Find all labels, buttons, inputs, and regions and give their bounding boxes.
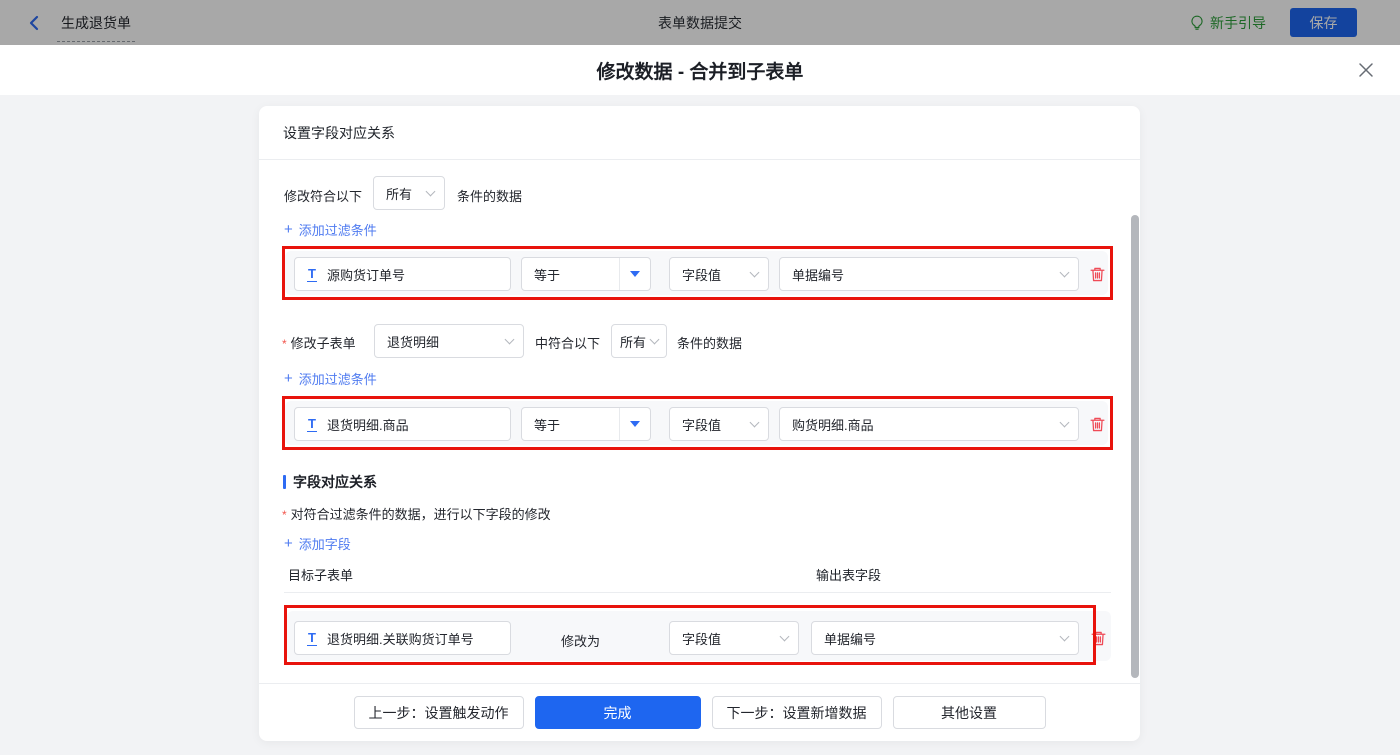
plus-icon: + [284,535,293,552]
chevron-down-icon [749,267,760,278]
condition-1-operator-select[interactable]: 等于 [521,257,651,291]
settings-card: 设置字段对应关系 修改符合以下 所有 条件的数据 + 添加过滤条件 T 源购货订… [259,106,1140,741]
topbar: 生成退货单 表单数据提交 新手引导 保存 [0,0,1400,45]
mapping-section-title: 字段对应关系 [283,472,377,492]
subform-filter-suffix: 条件的数据 [677,336,743,351]
mapping-action-label: 修改为 [561,634,601,649]
mapping-description: * 对符合过滤条件的数据，进行以下字段的修改 [282,507,551,522]
match-mode-value: 所有 [386,186,413,202]
add-field-link[interactable]: + 添加字段 [284,534,351,553]
chevron-down-icon [425,186,436,197]
chevron-down-icon [1059,417,1070,428]
add-filter-condition-link-2[interactable]: + 添加过滤条件 [284,369,377,388]
modal-title: 修改数据 - 合并到子表单 [596,61,804,83]
text-field-type-icon: T [307,629,317,646]
condition-1-value-select[interactable]: 单据编号 [779,257,1079,291]
mapping-valuetype-select[interactable]: 字段值 [669,621,799,655]
condition-1-valuetype-value: 字段值 [682,267,722,283]
filter-main-prefix: 修改符合以下 [284,189,363,204]
condition-2-operator-select[interactable]: 等于 [521,407,651,441]
required-marker: * [282,508,287,522]
close-icon[interactable] [1357,61,1375,79]
chevron-down-icon [779,631,790,642]
plus-icon: + [284,221,293,238]
chevron-down-icon [749,417,760,428]
mapping-value: 单据编号 [824,631,877,647]
mapping-value-select[interactable]: 单据编号 [811,621,1079,655]
condition-2-operator-value: 等于 [522,408,620,440]
column-header-output-field: 输出表字段 [816,568,882,583]
filter-main-suffix: 条件的数据 [457,189,523,204]
delete-mapping-row-icon[interactable] [1090,630,1107,647]
triangle-down-icon [630,421,640,427]
chevron-down-icon [504,334,515,345]
condition-2-field-label: 退货明细.商品 [326,417,409,433]
condition-2-valuetype-select[interactable]: 字段值 [669,407,769,441]
plus-icon: + [284,370,293,387]
subform-filter-label: * 修改子表单 [282,336,356,351]
triangle-down-icon [630,271,640,277]
subform-match-mode-value: 所有 [620,334,647,350]
scrollbar-thumb[interactable] [1131,215,1139,678]
match-mode-select[interactable]: 所有 [373,176,445,210]
add-filter-condition-link-1[interactable]: + 添加过滤条件 [284,220,377,239]
chevron-down-icon [649,334,660,345]
modal-overlay-dim [0,0,1400,45]
subform-select[interactable]: 退货明细 [374,324,524,358]
required-marker: * [282,337,287,351]
mapping-valuetype-value: 字段值 [682,631,722,647]
prev-step-button[interactable]: 上一步：设置触发动作 [353,696,524,729]
wizard-footer: 上一步：设置触发动作 完成 下一步：设置新增数据 其他设置 [259,683,1140,741]
condition-1-field-label: 源购货订单号 [326,267,405,283]
dropdown-arrow [620,258,650,290]
card-header: 设置字段对应关系 [259,106,1140,160]
done-button[interactable]: 完成 [534,696,701,729]
condition-1-operator-value: 等于 [522,258,620,290]
condition-1-valuetype-select[interactable]: 字段值 [669,257,769,291]
condition-1-value: 单据编号 [792,267,845,283]
mapping-target-field-label: 退货明细.关联购货订单号 [326,631,474,647]
next-step-button[interactable]: 下一步：设置新增数据 [711,696,882,729]
condition-1-field[interactable]: T 源购货订单号 [294,257,511,291]
other-settings-button[interactable]: 其他设置 [892,696,1046,729]
chevron-down-icon [1059,631,1070,642]
chevron-down-icon [1059,267,1070,278]
text-field-type-icon: T [307,415,317,432]
subform-filter-mid: 中符合以下 [535,336,601,351]
column-divider [284,592,1111,593]
subform-match-mode-select[interactable]: 所有 [611,324,667,358]
column-header-target-subform: 目标子表单 [288,568,354,583]
delete-condition-1-icon[interactable] [1089,266,1106,283]
condition-2-valuetype-value: 字段值 [682,417,722,433]
dropdown-arrow [620,408,650,440]
section-accent-bar [283,475,286,489]
condition-2-value: 购货明细.商品 [792,417,874,433]
mapping-target-field[interactable]: T 退货明细.关联购货订单号 [294,621,511,655]
condition-2-value-select[interactable]: 购货明细.商品 [779,407,1079,441]
text-field-type-icon: T [307,265,317,282]
modal-titlebar: 修改数据 - 合并到子表单 [0,45,1400,95]
delete-condition-2-icon[interactable] [1089,416,1106,433]
subform-value: 退货明细 [387,334,440,350]
condition-2-field[interactable]: T 退货明细.商品 [294,407,511,441]
